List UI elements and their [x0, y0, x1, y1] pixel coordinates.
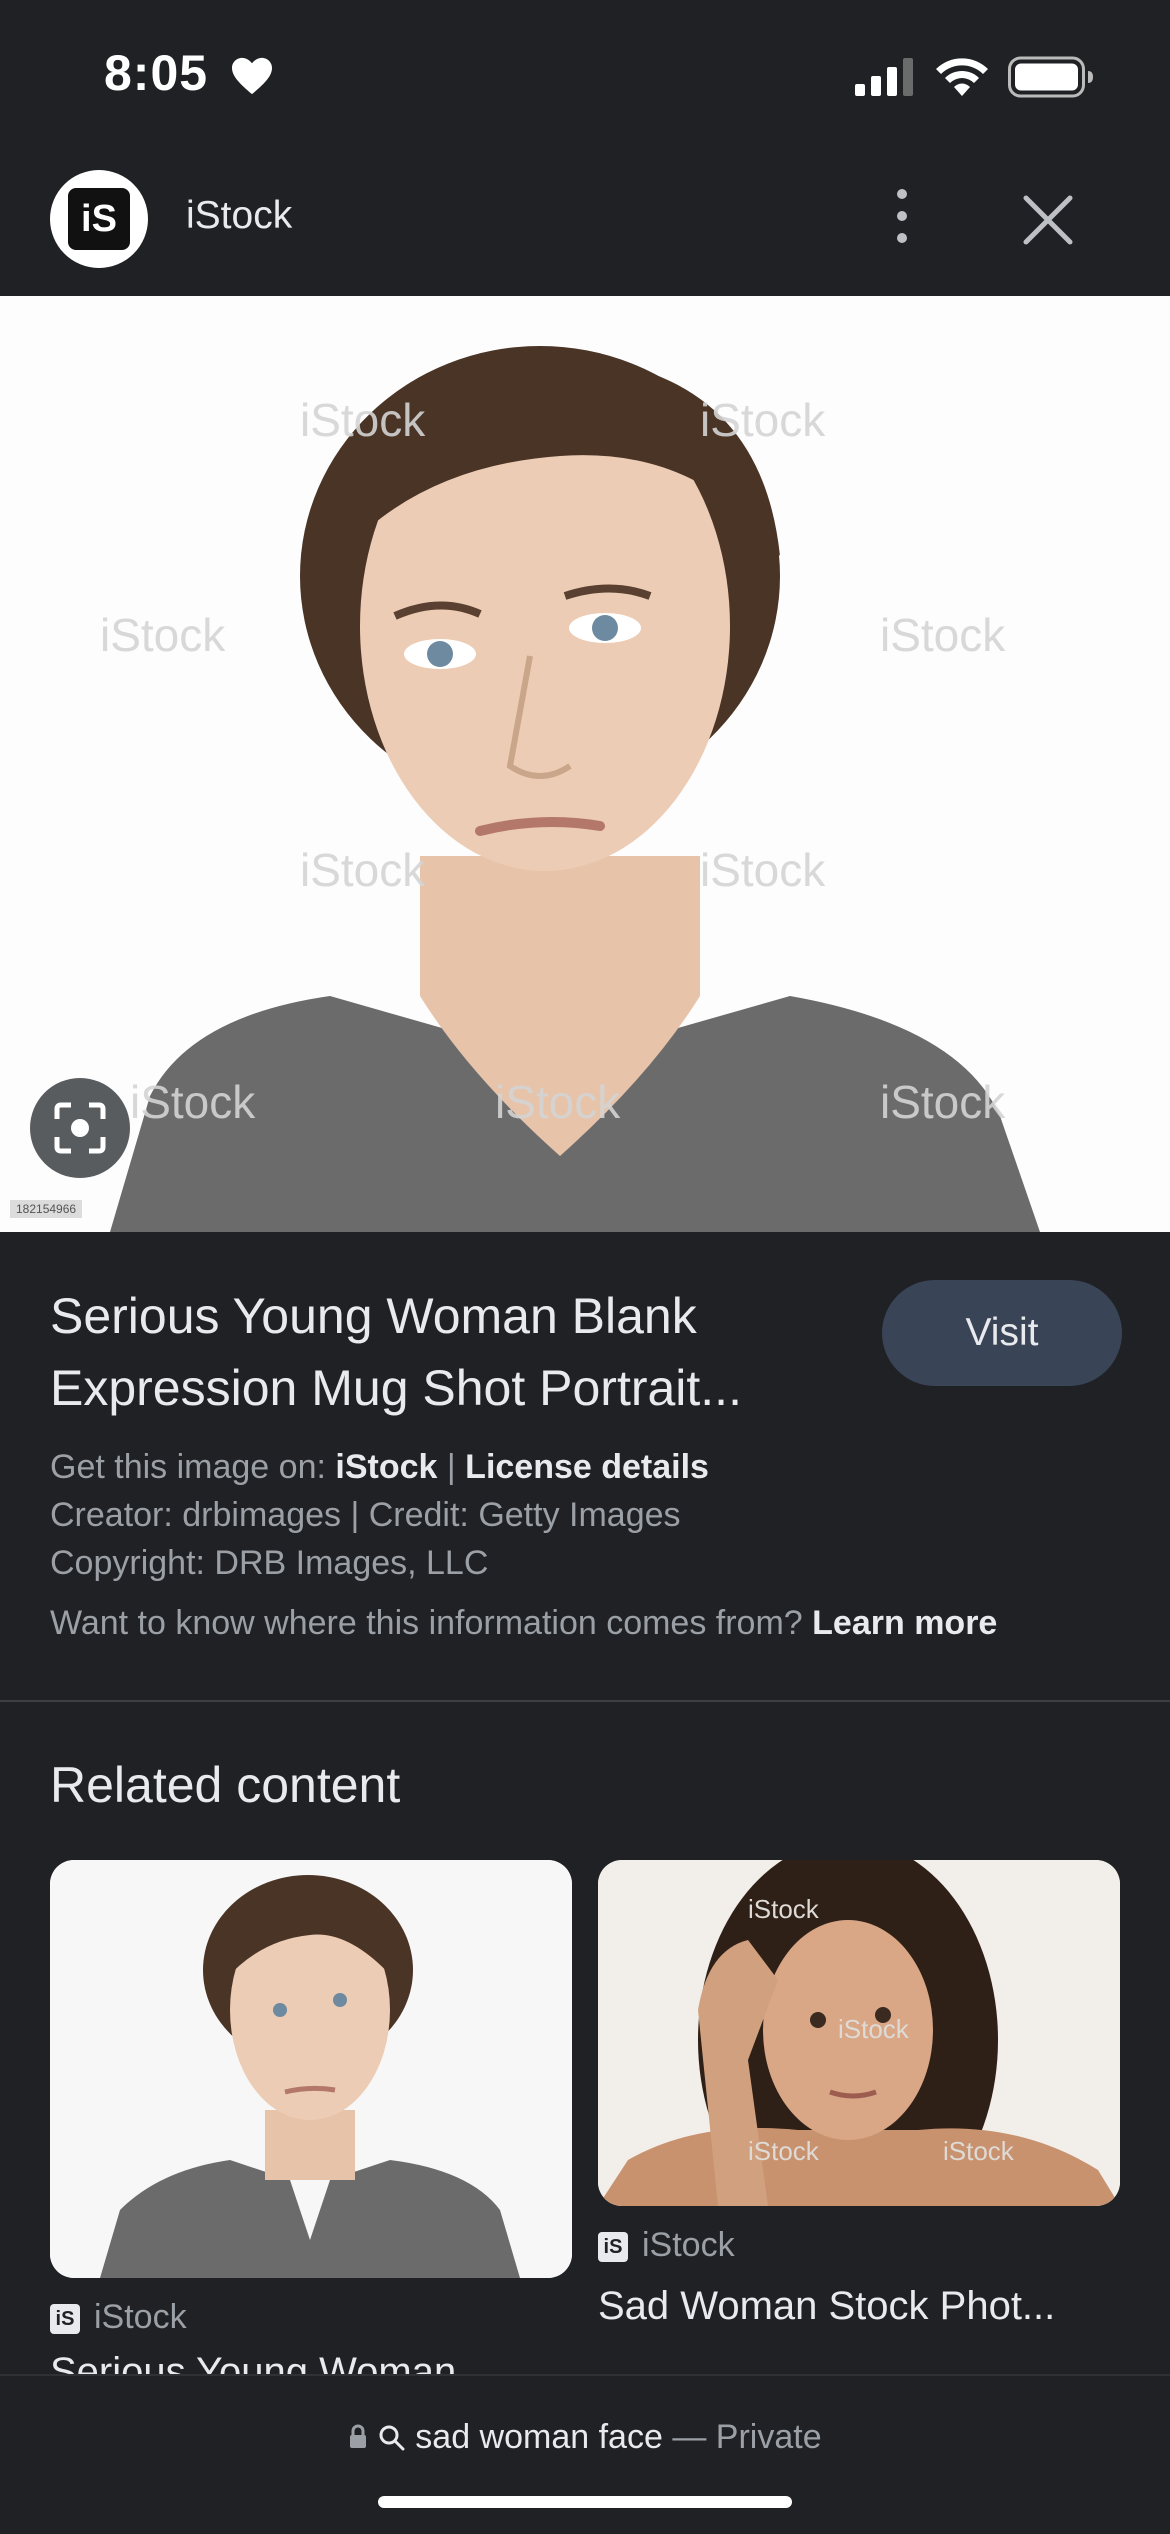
image-title[interactable]: Serious Young Woman Blank Expression Mug… — [50, 1280, 850, 1424]
related-source-name: iStock — [642, 2226, 735, 2264]
svg-text:iStock: iStock — [300, 844, 426, 896]
related-item-image[interactable]: iStock iStock iStock iStock — [598, 1860, 1120, 2206]
istock-logo[interactable]: iS — [50, 170, 148, 268]
get-image-prefix: Get this image on: — [50, 1448, 326, 1486]
status-time: 8:05 — [104, 45, 209, 101]
istock-logo-mark: iS — [68, 188, 130, 250]
related-item-title[interactable]: Serious Young Woman — [50, 2350, 572, 2376]
section-divider — [0, 1700, 1170, 1702]
svg-text:iStock: iStock — [880, 609, 1006, 661]
get-image-source-link[interactable]: iStock — [335, 1448, 437, 1486]
copyright-text: Copyright: DRB Images, LLC — [50, 1544, 489, 1582]
browser-bottom-bar: sad woman face — Private — [0, 2374, 1170, 2534]
image-id-label: 182154966 — [10, 1200, 83, 1218]
get-image-line: Get this image on: iStock | License deta… — [50, 1448, 709, 1487]
svg-text:iStock: iStock — [495, 1076, 621, 1128]
battery-icon — [1008, 56, 1093, 98]
more-vert-icon[interactable] — [880, 186, 924, 246]
related-photo-1 — [50, 1860, 572, 2278]
close-icon[interactable] — [1018, 190, 1078, 250]
main-image[interactable]: iStock iStock iStock iStock iStock iStoc… — [0, 296, 1170, 1232]
address-bar[interactable]: sad woman face — Private — [0, 2418, 1170, 2457]
home-indicator[interactable] — [378, 2496, 792, 2508]
site-name[interactable]: iStock — [186, 194, 292, 238]
related-source-name: iStock — [94, 2298, 187, 2336]
heart-icon — [232, 57, 272, 95]
related-content-heading: Related content — [50, 1757, 401, 1813]
svg-text:iStock: iStock — [943, 2136, 1015, 2166]
portrait-photo: iStock iStock iStock iStock iStock iStoc… — [0, 296, 1170, 1232]
info-question: Want to know where this information come… — [50, 1604, 803, 1642]
svg-text:iStock: iStock — [838, 2014, 910, 2044]
image-info: Serious Young Woman Blank Expression Mug… — [0, 1232, 1170, 1702]
google-lens-button[interactable] — [30, 1078, 130, 1178]
istock-favicon-icon: iS — [598, 2232, 628, 2263]
related-photo-2: iStock iStock iStock iStock — [598, 1860, 1120, 2206]
related-item-source: iS iStock — [50, 2298, 187, 2337]
svg-text:iStock: iStock — [100, 609, 226, 661]
related-item-title[interactable]: Sad Woman Stock Phot... — [598, 2284, 1120, 2329]
wifi-icon — [936, 58, 988, 96]
private-mode-label: — Private — [672, 2418, 822, 2456]
svg-text:iStock: iStock — [700, 844, 826, 896]
search-query: sad woman face — [415, 2418, 663, 2456]
related-item-source: iS iStock — [598, 2226, 735, 2265]
lock-icon — [350, 2424, 367, 2448]
svg-text:iStock: iStock — [880, 1076, 1006, 1128]
svg-text:iStock: iStock — [700, 394, 826, 446]
source-header: iS iStock — [0, 160, 1170, 296]
visit-button[interactable]: Visit — [882, 1280, 1122, 1386]
lens-icon — [54, 1102, 106, 1154]
license-details-link[interactable]: License details — [465, 1448, 709, 1486]
svg-text:iStock: iStock — [300, 394, 426, 446]
svg-text:iStock: iStock — [748, 1894, 820, 1924]
istock-favicon-icon: iS — [50, 2304, 80, 2335]
related-item-image[interactable] — [50, 1860, 572, 2278]
search-icon — [379, 2425, 405, 2451]
separator: | — [446, 1448, 456, 1486]
svg-text:iStock: iStock — [130, 1076, 256, 1128]
cellular-signal-icon — [855, 58, 913, 96]
status-bar: 8:05 — [0, 0, 1170, 150]
info-source-line: Want to know where this information come… — [50, 1604, 997, 1643]
svg-text:iStock: iStock — [748, 2136, 820, 2166]
creator-credit: Creator: drbimages | Credit: Getty Image… — [50, 1496, 681, 1534]
learn-more-link[interactable]: Learn more — [812, 1604, 997, 1642]
